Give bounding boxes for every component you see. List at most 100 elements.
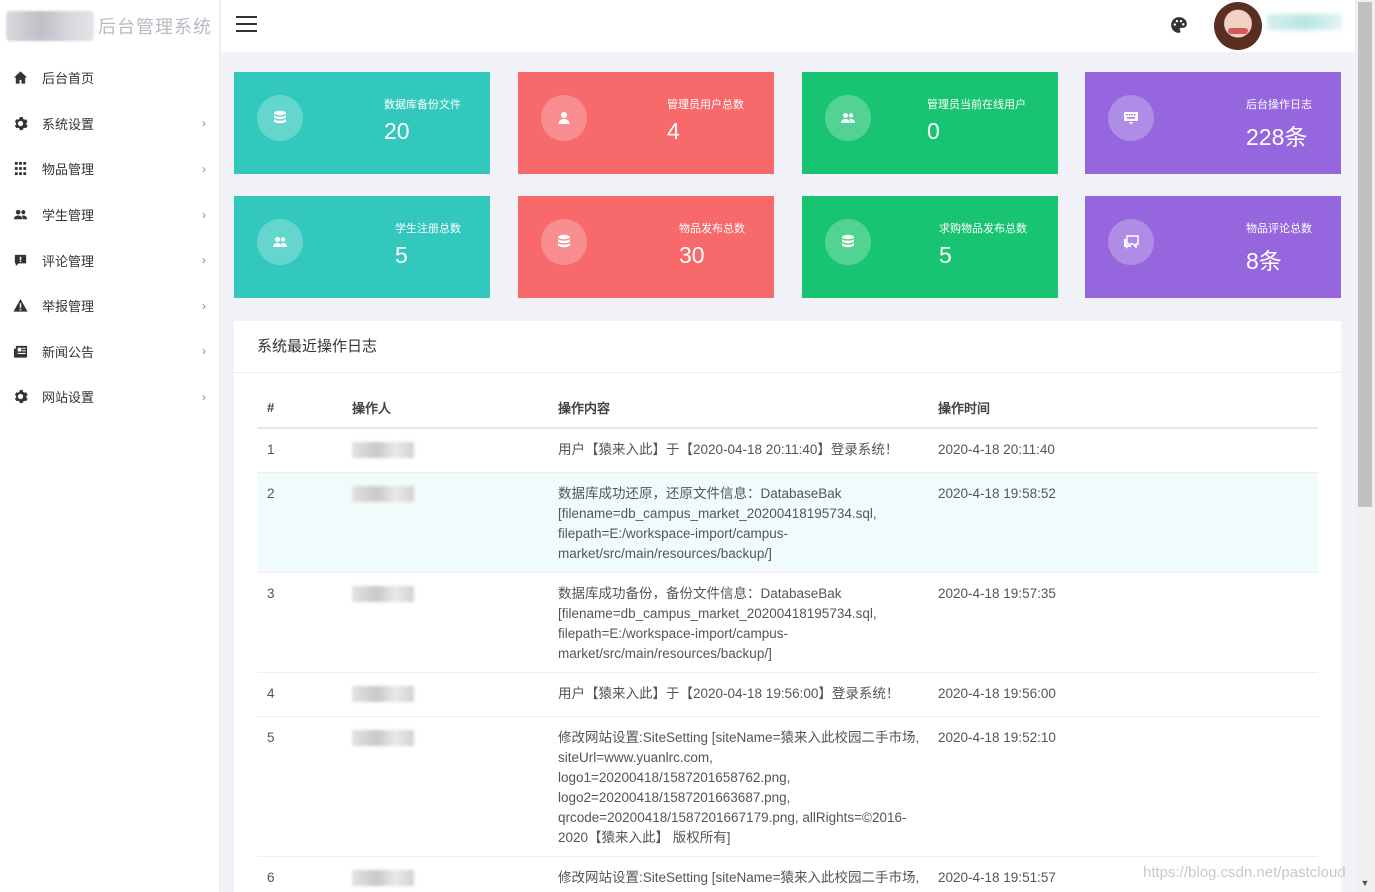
stat-card-online-admins[interactable]: 管理员当前在线用户 0 <box>802 72 1058 174</box>
stat-card-student-registrations[interactable]: 学生注册总数 5 <box>234 196 490 298</box>
operation-log-table: # 操作人 操作内容 操作时间 1 用户【猿来入此】于【2020-04-18 2… <box>257 388 1318 892</box>
username[interactable] <box>1267 14 1342 30</box>
scrollbar-thumb[interactable] <box>1358 2 1372 507</box>
stat-card-items-posted[interactable]: 物品发布总数 30 <box>518 196 774 298</box>
avatar[interactable] <box>1214 2 1262 50</box>
column-header-operator[interactable]: 操作人 <box>352 388 558 429</box>
sidebar-item-student-management[interactable]: 学生管理 › <box>0 192 219 238</box>
cell-time: 2020-4-18 19:56:00 <box>928 672 1318 717</box>
stat-card-value: 0 <box>927 118 940 144</box>
panel-title: 系统最近操作日志 <box>234 321 1341 373</box>
sidebar-item-system-settings[interactable]: 系统设置 › <box>0 101 219 147</box>
column-header-content[interactable]: 操作内容 <box>558 388 928 429</box>
stat-card-label: 管理员用户总数 <box>667 99 744 111</box>
cell-operator <box>352 672 558 717</box>
cell-operator <box>352 472 558 573</box>
stat-card-label: 物品发布总数 <box>679 223 745 235</box>
cell-time: 2020-4-18 19:52:10 <box>928 716 1318 857</box>
stat-card-operation-logs[interactable]: 后台操作日志 228条 <box>1085 72 1341 174</box>
sidebar-item-label: 举报管理 <box>42 299 95 315</box>
sidebar-item-comment-management[interactable]: 评论管理 › <box>0 237 219 283</box>
stat-card-text: 求购物品发布总数 5 <box>939 220 1027 269</box>
stat-card-text: 后台操作日志 228条 <box>1246 96 1312 152</box>
sidebar-item-label: 评论管理 <box>42 253 95 269</box>
stat-card-wanted-items[interactable]: 求购物品发布总数 5 <box>802 196 1058 298</box>
stat-card-label: 物品评论总数 <box>1246 223 1312 235</box>
grid-icon <box>12 161 28 177</box>
column-header-time[interactable]: 操作时间 <box>928 388 1318 429</box>
column-header-id[interactable]: # <box>257 388 352 429</box>
sidebar-item-label: 后台首页 <box>42 71 95 87</box>
table-row[interactable]: 5 修改网站设置:SiteSetting [siteName=猿来入此校园二手市… <box>257 716 1318 857</box>
comments-icon <box>1108 219 1154 265</box>
sidebar-item-report-management[interactable]: 举报管理 › <box>0 283 219 329</box>
chevron-right-icon: › <box>202 389 206 404</box>
scroll-down-icon[interactable]: ▼ <box>1355 875 1375 892</box>
chevron-right-icon: › <box>202 116 206 131</box>
operation-log-panel: 系统最近操作日志 # 操作人 操作内容 操作时间 1 用户【猿来入此】于【202… <box>234 321 1341 892</box>
database-icon <box>541 219 587 265</box>
redacted-operator <box>352 486 414 502</box>
stat-card-text: 数据库备份文件 20 <box>384 96 461 145</box>
newspaper-icon <box>12 343 28 359</box>
sidebar-item-item-management[interactable]: 物品管理 › <box>0 146 219 192</box>
sidebar-item-label: 网站设置 <box>42 390 95 406</box>
top-bar <box>221 0 1355 52</box>
chevron-right-icon: › <box>202 161 206 176</box>
page-scrollbar[interactable]: ▼ <box>1355 0 1375 892</box>
table-row[interactable]: 2 数据库成功还原，还原文件信息：DatabaseBak [filename=d… <box>257 472 1318 573</box>
cell-id: 5 <box>257 716 352 857</box>
sidebar-item-website-settings[interactable]: 网站设置 › <box>0 374 219 420</box>
cell-content: 用户【猿来入此】于【2020-04-18 20:11:40】登录系统！ <box>558 428 928 473</box>
sidebar-item-label: 新闻公告 <box>42 344 95 360</box>
sidebar-item-label: 学生管理 <box>42 208 95 224</box>
stat-card-value: 228条 <box>1246 124 1308 150</box>
redacted-operator <box>352 586 414 602</box>
table-row[interactable]: 1 用户【猿来入此】于【2020-04-18 20:11:40】登录系统！ 20… <box>257 428 1318 473</box>
gear-icon <box>12 389 28 405</box>
cell-operator <box>352 572 558 673</box>
stat-card-value: 8条 <box>1246 248 1282 274</box>
stat-card-text: 物品发布总数 30 <box>679 220 745 269</box>
cell-time: 2020-4-18 19:58:52 <box>928 472 1318 573</box>
user-icon <box>541 95 587 141</box>
cell-content: 数据库成功还原，还原文件信息：DatabaseBak [filename=db_… <box>558 472 928 573</box>
sidebar-item-home[interactable]: 后台首页 <box>0 55 219 101</box>
table-header-row: # 操作人 操作内容 操作时间 <box>257 388 1318 429</box>
chevron-right-icon: › <box>202 253 206 268</box>
sidebar-item-news[interactable]: 新闻公告 › <box>0 329 219 375</box>
stat-card-text: 物品评论总数 8条 <box>1246 220 1312 276</box>
cell-time: 2020-4-18 19:57:35 <box>928 572 1318 673</box>
users-icon <box>12 207 28 223</box>
hamburger-icon[interactable] <box>236 16 257 34</box>
stat-card-value: 5 <box>395 242 408 268</box>
redacted-operator <box>352 870 414 886</box>
stat-card-text: 管理员用户总数 4 <box>667 96 744 145</box>
stat-card-text: 学生注册总数 5 <box>395 220 461 269</box>
home-icon <box>12 70 28 86</box>
cell-time: 2020-4-18 20:11:40 <box>928 428 1318 473</box>
stat-card-label: 后台操作日志 <box>1246 99 1312 111</box>
table-row[interactable]: 4 用户【猿来入此】于【2020-04-18 19:56:00】登录系统！ 20… <box>257 672 1318 717</box>
stat-card-label: 数据库备份文件 <box>384 99 461 111</box>
gear-icon <box>12 115 28 131</box>
table-row[interactable]: 3 数据库成功备份，备份文件信息：DatabaseBak [filename=d… <box>257 572 1318 673</box>
palette-icon[interactable] <box>1170 16 1188 34</box>
stat-card-admin-users[interactable]: 管理员用户总数 4 <box>518 72 774 174</box>
stat-card-db-backups[interactable]: 数据库备份文件 20 <box>234 72 490 174</box>
brand[interactable]: 后台管理系统 <box>0 0 219 52</box>
stat-card-value: 20 <box>384 118 410 144</box>
stat-card-value: 30 <box>679 242 705 268</box>
users-icon <box>257 219 303 265</box>
cell-operator <box>352 428 558 473</box>
sidebar: 后台管理系统 后台首页 系统设置 › 物品管理 › 学生管理 › 评论管理 › <box>0 0 220 892</box>
sidebar-item-label: 系统设置 <box>42 116 95 132</box>
database-icon <box>257 95 303 141</box>
stat-card-item-comments[interactable]: 物品评论总数 8条 <box>1085 196 1341 298</box>
redacted-operator <box>352 442 414 458</box>
cell-id: 1 <box>257 428 352 473</box>
stat-card-value: 4 <box>667 118 680 144</box>
cell-id: 6 <box>257 856 352 892</box>
cell-operator <box>352 856 558 892</box>
redacted-operator <box>352 686 414 702</box>
